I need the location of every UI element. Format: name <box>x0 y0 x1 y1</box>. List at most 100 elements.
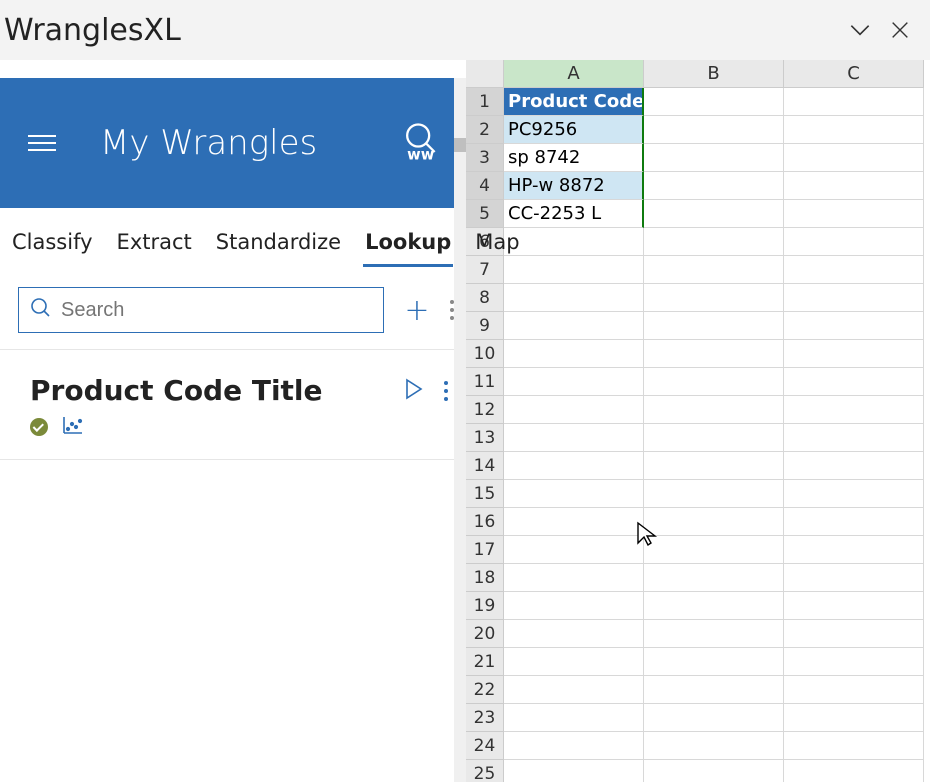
cell[interactable] <box>644 396 784 424</box>
row-header[interactable]: 16 <box>466 508 504 536</box>
close-button[interactable] <box>880 10 920 50</box>
cell[interactable] <box>504 620 644 648</box>
cell[interactable] <box>644 480 784 508</box>
cell[interactable] <box>784 200 924 228</box>
row-header[interactable]: 10 <box>466 340 504 368</box>
cell[interactable] <box>504 228 644 256</box>
cell[interactable] <box>644 312 784 340</box>
cell[interactable] <box>784 340 924 368</box>
row-header[interactable]: 12 <box>466 396 504 424</box>
search-input[interactable] <box>61 299 373 322</box>
cell[interactable]: HP-w 8872 <box>504 172 644 200</box>
cell[interactable] <box>644 732 784 760</box>
cell[interactable] <box>504 648 644 676</box>
cell[interactable] <box>644 536 784 564</box>
cell[interactable] <box>784 228 924 256</box>
row-header[interactable]: 13 <box>466 424 504 452</box>
play-icon[interactable] <box>404 378 424 404</box>
scrollbar-track[interactable] <box>454 78 466 782</box>
cell[interactable] <box>644 200 784 228</box>
cell[interactable] <box>504 284 644 312</box>
row-header[interactable]: 20 <box>466 620 504 648</box>
row-header[interactable]: 11 <box>466 368 504 396</box>
column-header[interactable]: B <box>644 60 784 88</box>
cell[interactable] <box>784 732 924 760</box>
row-header[interactable]: 24 <box>466 732 504 760</box>
cell[interactable] <box>784 88 924 116</box>
cell[interactable] <box>784 116 924 144</box>
cell[interactable] <box>784 368 924 396</box>
column-header[interactable]: C <box>784 60 924 88</box>
cell[interactable] <box>644 760 784 782</box>
cell[interactable] <box>504 368 644 396</box>
cell[interactable] <box>784 396 924 424</box>
cell[interactable] <box>644 704 784 732</box>
row-header[interactable]: 19 <box>466 592 504 620</box>
cell[interactable] <box>784 172 924 200</box>
row-header[interactable]: 17 <box>466 536 504 564</box>
cell[interactable] <box>784 312 924 340</box>
cell[interactable] <box>644 424 784 452</box>
row-header[interactable]: 1 <box>466 88 504 116</box>
cell[interactable] <box>644 228 784 256</box>
sheet-corner[interactable] <box>466 60 504 88</box>
tab-lookup[interactable]: Lookup <box>363 226 453 267</box>
row-header[interactable]: 8 <box>466 284 504 312</box>
cell[interactable] <box>784 480 924 508</box>
column-header[interactable]: A <box>504 60 644 88</box>
cell[interactable] <box>784 256 924 284</box>
cell[interactable] <box>784 704 924 732</box>
cell[interactable] <box>784 536 924 564</box>
cell[interactable] <box>644 564 784 592</box>
cell[interactable] <box>784 676 924 704</box>
cell[interactable] <box>504 536 644 564</box>
cell[interactable] <box>644 88 784 116</box>
menu-icon[interactable] <box>28 130 56 156</box>
row-header[interactable]: 9 <box>466 312 504 340</box>
row-header[interactable]: 21 <box>466 648 504 676</box>
cell[interactable] <box>504 732 644 760</box>
row-header[interactable]: 14 <box>466 452 504 480</box>
cell[interactable] <box>644 368 784 396</box>
cell[interactable] <box>784 620 924 648</box>
cell[interactable] <box>644 116 784 144</box>
cell[interactable] <box>784 648 924 676</box>
chart-icon[interactable] <box>62 415 84 439</box>
cell[interactable] <box>504 452 644 480</box>
row-header[interactable]: 5 <box>466 200 504 228</box>
cell[interactable]: PC9256 <box>504 116 644 144</box>
item-more-icon[interactable] <box>444 381 448 401</box>
cell[interactable] <box>504 312 644 340</box>
row-header[interactable]: 25 <box>466 760 504 782</box>
add-button[interactable]: + <box>402 293 432 328</box>
cell[interactable]: sp 8742 <box>504 144 644 172</box>
search-box[interactable] <box>18 287 384 333</box>
cell[interactable] <box>504 340 644 368</box>
cell[interactable] <box>784 284 924 312</box>
cell[interactable]: CC-2253 L <box>504 200 644 228</box>
wrangle-item[interactable]: Product Code Title <box>0 350 466 460</box>
cell[interactable] <box>504 480 644 508</box>
cell[interactable] <box>784 144 924 172</box>
cell[interactable] <box>784 424 924 452</box>
cell[interactable] <box>644 172 784 200</box>
cell[interactable]: Product Code <box>504 88 644 116</box>
row-header[interactable]: 4 <box>466 172 504 200</box>
cell[interactable] <box>644 256 784 284</box>
cell[interactable] <box>644 284 784 312</box>
cell[interactable] <box>784 508 924 536</box>
cell[interactable] <box>644 620 784 648</box>
minimize-button[interactable] <box>840 10 880 50</box>
cell[interactable] <box>504 564 644 592</box>
cell[interactable] <box>644 592 784 620</box>
cell[interactable] <box>504 256 644 284</box>
cell[interactable] <box>784 564 924 592</box>
cell[interactable] <box>784 452 924 480</box>
spreadsheet[interactable]: ABC1Product Code2PC92563sp 87424HP-w 887… <box>466 60 930 782</box>
cell[interactable] <box>644 648 784 676</box>
row-header[interactable]: 3 <box>466 144 504 172</box>
cell[interactable] <box>504 676 644 704</box>
cell[interactable] <box>504 424 644 452</box>
cell[interactable] <box>644 144 784 172</box>
scrollbar-thumb[interactable] <box>454 138 466 152</box>
